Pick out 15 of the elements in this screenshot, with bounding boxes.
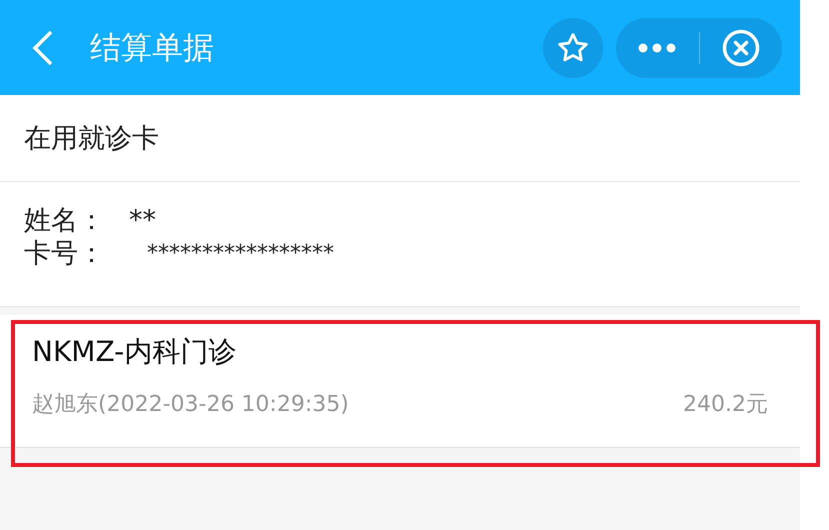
back-button[interactable] [32, 30, 54, 66]
section-title: 在用就诊卡 [24, 122, 159, 156]
field-label: 姓名： [24, 204, 106, 237]
field-value: ** [129, 204, 156, 237]
record-amount: 240.2元 [683, 391, 768, 419]
page-title: 结算单据 [90, 28, 214, 68]
field-value: ***************** [147, 240, 334, 268]
record-detail: 赵旭东(2022-03-26 10:29:35) [32, 391, 349, 419]
star-icon [556, 30, 590, 64]
more-icon [637, 42, 678, 54]
back-icon [32, 30, 54, 66]
record-item[interactable]: NKMZ-内科门诊 赵旭东(2022-03-26 10:29:35) 240.2元 [0, 315, 800, 448]
close-icon [722, 28, 760, 66]
field-label: 卡号： [24, 237, 106, 270]
record-title: NKMZ-内科门诊 [32, 334, 238, 370]
